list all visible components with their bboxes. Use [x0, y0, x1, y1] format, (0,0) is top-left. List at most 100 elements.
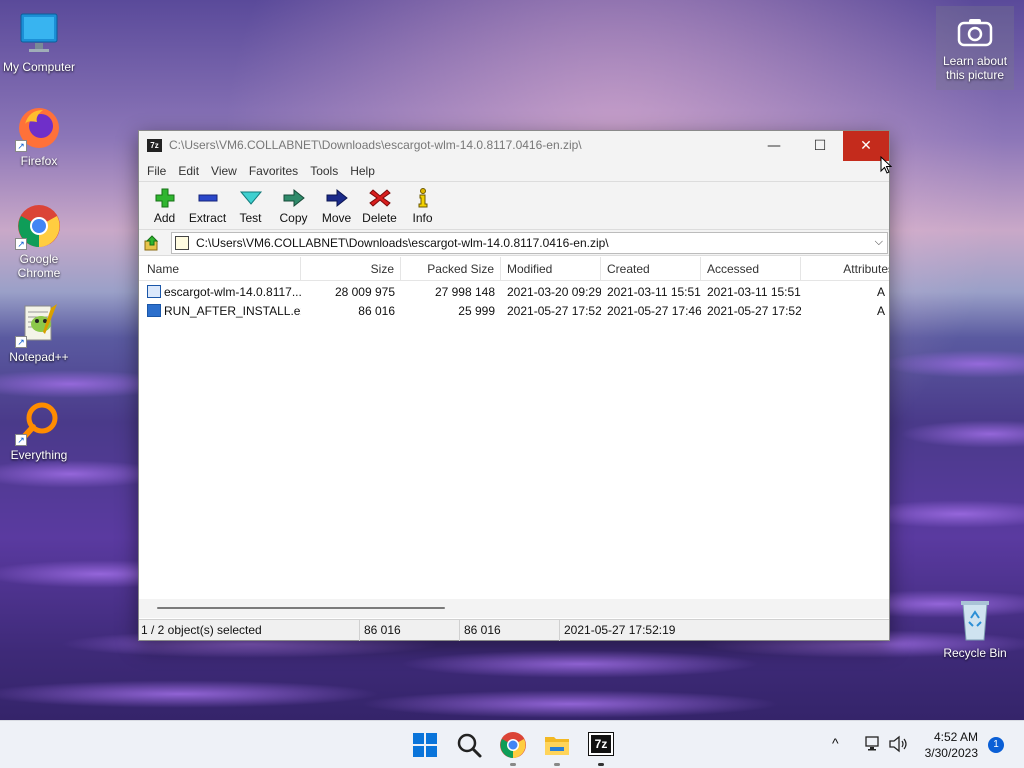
menu-favorites[interactable]: Favorites	[243, 161, 304, 181]
status-packed: 86 016	[459, 620, 559, 641]
table-row[interactable]: escargot-wlm-14.0.8117... 28 009 975 27 …	[139, 283, 889, 302]
column-accessed[interactable]: Accessed	[701, 257, 801, 281]
info-button[interactable]: Info	[401, 182, 444, 230]
delete-icon	[368, 188, 392, 208]
mouse-cursor-icon	[880, 155, 893, 174]
tray-overflow-chevron[interactable]: ^	[832, 735, 839, 755]
status-size: 86 016	[359, 620, 459, 641]
list-header: Name Size Packed Size Modified Created A…	[139, 257, 889, 281]
menu-help[interactable]: Help	[344, 161, 381, 181]
running-indicator	[598, 763, 604, 766]
firefox-icon: ↗	[15, 104, 63, 152]
notification-badge[interactable]: 1	[988, 737, 1004, 753]
taskbar-chrome[interactable]	[498, 730, 528, 766]
column-size[interactable]: Size	[301, 257, 401, 281]
row-created: 2021-05-27 17:46	[607, 304, 701, 318]
shortcut-arrow-icon: ↗	[15, 336, 27, 348]
copy-icon	[282, 188, 306, 208]
table-row[interactable]: RUN_AFTER_INSTALL.exe 86 016 25 999 2021…	[139, 302, 889, 321]
volume-icon[interactable]	[888, 735, 908, 755]
row-attr: A	[877, 285, 886, 299]
shortcut-arrow-icon: ↗	[15, 140, 27, 152]
row-name: escargot-wlm-14.0.8117...	[164, 285, 301, 299]
window-title: C:\Users\VM6.COLLABNET\Downloads\escargo…	[169, 138, 582, 152]
row-size: 28 009 975	[334, 285, 395, 299]
folder-up-icon[interactable]	[144, 235, 160, 251]
column-created[interactable]: Created	[601, 257, 701, 281]
chrome-icon	[500, 732, 526, 758]
row-modified: 2021-05-27 17:52	[507, 304, 601, 318]
status-selected: 1 / 2 object(s) selected	[141, 623, 262, 637]
column-attributes[interactable]: Attributes	[801, 257, 889, 281]
running-indicator	[554, 763, 560, 766]
title-bar[interactable]: 7z C:\Users\VM6.COLLABNET\Downloads\esca…	[139, 131, 889, 161]
search-button[interactable]	[454, 730, 484, 760]
shortcut-arrow-icon: ↗	[15, 238, 27, 250]
delete-button[interactable]: Delete	[358, 182, 401, 230]
chevron-down-icon[interactable]: ⌵	[875, 235, 883, 249]
menu-file[interactable]: File	[141, 161, 172, 181]
desktop-icon-everything[interactable]: ↗ Everything	[0, 398, 78, 462]
taskbar-7zip[interactable]: 7z	[586, 730, 616, 766]
desktop-icon-chrome[interactable]: ↗ Google Chrome	[0, 202, 78, 280]
network-icon[interactable]	[864, 735, 882, 755]
row-created: 2021-03-11 15:51	[607, 285, 701, 299]
address-input[interactable]: C:\Users\VM6.COLLABNET\Downloads\escargo…	[171, 232, 888, 254]
clock[interactable]: 4:52 AM 3/30/2023	[925, 729, 978, 761]
menu-edit[interactable]: Edit	[172, 161, 205, 181]
recycle-bin-icon	[951, 596, 999, 644]
address-text: C:\Users\VM6.COLLABNET\Downloads\escargo…	[196, 236, 609, 250]
extract-button[interactable]: Extract	[186, 182, 229, 230]
test-button[interactable]: Test	[229, 182, 272, 230]
file-icon	[147, 285, 161, 298]
taskbar: 7z ^ 4:52 AM 3/30/2023 1	[0, 720, 1024, 768]
shortcut-arrow-icon: ↗	[15, 434, 27, 446]
scrollbar-thumb[interactable]	[157, 607, 445, 609]
row-accessed: 2021-05-27 17:52	[707, 304, 801, 318]
notepadpp-icon: ↗	[15, 300, 63, 348]
sevenzip-icon: 7z	[588, 732, 614, 756]
clock-time: 4:52 AM	[933, 730, 978, 744]
row-attr: A	[877, 304, 886, 318]
row-size: 86 016	[358, 304, 395, 318]
desktop-icon-firefox[interactable]: ↗ Firefox	[0, 104, 78, 168]
clock-date: 3/30/2023	[924, 746, 978, 760]
menu-tools[interactable]: Tools	[304, 161, 344, 181]
row-name: RUN_AFTER_INSTALL.exe	[164, 304, 301, 318]
learn-about-picture-label: Learn about this picture	[942, 54, 1008, 82]
exe-file-icon	[147, 304, 161, 317]
monitor-icon	[15, 10, 63, 58]
menu-view[interactable]: View	[205, 161, 243, 181]
taskbar-file-explorer[interactable]	[542, 730, 572, 766]
windows-logo-icon	[413, 733, 437, 757]
extract-icon	[196, 188, 220, 208]
move-button[interactable]: Move	[315, 182, 358, 230]
status-modified: 2021-05-27 17:52:19	[559, 620, 759, 641]
sevenzip-window: 7z C:\Users\VM6.COLLABNET\Downloads\esca…	[138, 130, 890, 641]
toolbar: Add Extract Test Copy Move Delete Info	[139, 182, 889, 230]
row-accessed: 2021-03-11 15:51	[707, 285, 801, 299]
folder-icon	[545, 737, 569, 755]
minimize-button[interactable]: —	[751, 131, 797, 161]
horizontal-scrollbar[interactable]	[139, 599, 889, 618]
camera-icon	[955, 14, 995, 50]
address-bar: C:\Users\VM6.COLLABNET\Downloads\escargo…	[139, 230, 889, 256]
desktop-icon-my-computer[interactable]: My Computer	[0, 10, 78, 74]
maximize-button[interactable]: ☐	[797, 131, 843, 161]
column-packed-size[interactable]: Packed Size	[401, 257, 501, 281]
search-icon	[457, 733, 482, 758]
start-button[interactable]	[410, 730, 440, 760]
column-modified[interactable]: Modified	[501, 257, 601, 281]
desktop-icon-recycle-bin[interactable]: Recycle Bin	[936, 596, 1014, 660]
learn-about-picture-button[interactable]: Learn about this picture	[936, 6, 1014, 90]
everything-search-icon: ↗	[15, 398, 63, 446]
desktop-icon-notepadpp[interactable]: ↗ Notepad++	[0, 300, 78, 364]
add-button[interactable]: Add	[143, 182, 186, 230]
row-modified: 2021-03-20 09:29	[507, 285, 601, 299]
copy-button[interactable]: Copy	[272, 182, 315, 230]
status-bar: 1 / 2 object(s) selected 86 016 86 016 2…	[139, 619, 889, 641]
add-icon	[153, 188, 177, 208]
info-icon	[411, 188, 435, 208]
test-icon	[239, 188, 263, 208]
column-name[interactable]: Name	[141, 257, 301, 281]
